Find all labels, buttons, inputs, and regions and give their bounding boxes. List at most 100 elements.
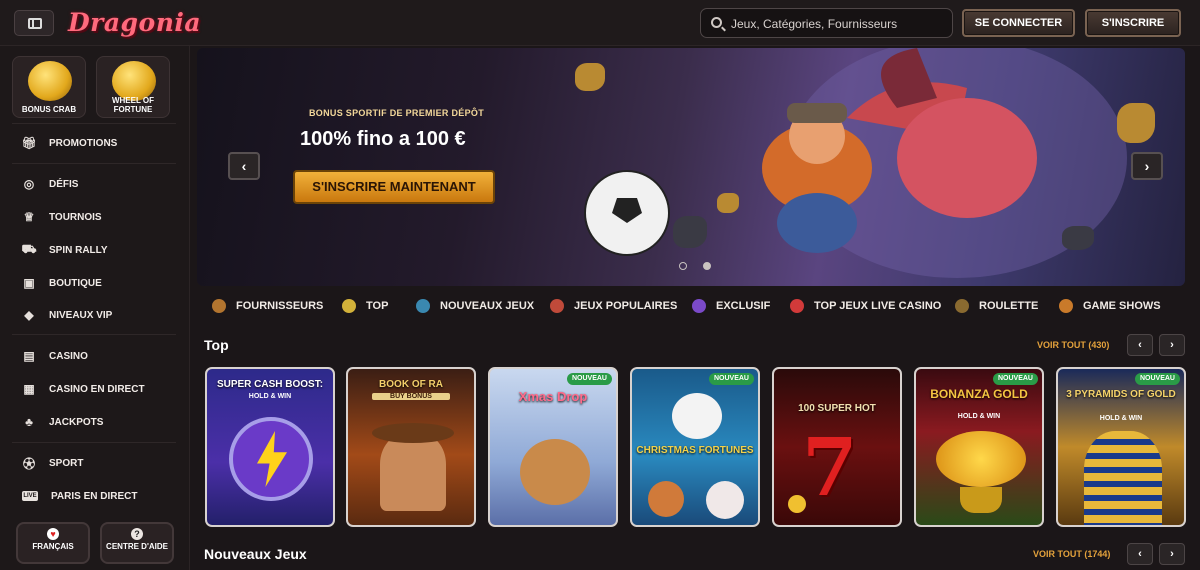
pharaoh-art <box>1084 431 1162 525</box>
trophy-icon: ♕ <box>23 210 35 224</box>
chevron-right-icon: › <box>1170 339 1174 351</box>
game-title: 100 SUPER HOT <box>798 403 876 414</box>
game-subtitle: HOLD & WIN <box>957 413 1001 420</box>
new-badge: NOUVEAU <box>708 373 754 385</box>
logo[interactable]: Dragonia <box>68 8 201 37</box>
top-next-button[interactable]: › <box>1159 334 1185 356</box>
register-button[interactable]: S'INSCRIRE <box>1085 9 1181 37</box>
game-card[interactable]: NOUVEAU Xmas Drop <box>488 367 618 527</box>
game-card[interactable]: NOUVEAU BONANZA GOLD HOLD & WIN <box>914 367 1044 527</box>
rock <box>673 216 707 248</box>
category-roulette[interactable]: ROULETTE <box>955 298 1038 314</box>
gold-tree-art <box>936 431 1026 487</box>
sidebar-item-sport[interactable]: ⚽︎ SPORT <box>22 453 83 473</box>
sidebar-divider <box>12 334 176 335</box>
diamond-icon: ◆ <box>24 308 34 322</box>
sidebar-item-label: SPIN RALLY <box>49 244 108 256</box>
gold-nugget <box>717 193 739 213</box>
star-icon <box>342 299 356 313</box>
bag-icon: ▣ <box>23 276 35 290</box>
panel-icon <box>28 18 42 29</box>
game-title: SUPER CASH BOOST: <box>216 379 324 390</box>
game-subtitle: HOLD & WIN <box>248 393 292 400</box>
rock <box>1062 226 1094 250</box>
search-box[interactable] <box>700 8 953 38</box>
top-bar: Dragonia SE CONNECTER S'INSCRIRE <box>0 0 1200 46</box>
rocket-icon <box>550 299 564 313</box>
gift-icon: 🎁︎ <box>21 136 37 150</box>
category-jeux-populaires[interactable]: JEUX POPULAIRES <box>550 298 677 314</box>
game-title: Xmas Drop <box>518 389 588 404</box>
sidebar-item-label: PARIS EN DIRECT <box>51 490 138 502</box>
game-title: BONANZA GOLD <box>930 387 1028 401</box>
game-card[interactable]: NOUVEAU CHRISTMAS FORTUNES <box>630 367 760 527</box>
lightning-icon <box>229 417 313 501</box>
sidebar-item-niveaux-vip[interactable]: ◆ NIVEAUX VIP <box>22 305 112 325</box>
gold-nugget <box>1117 103 1155 143</box>
sidebar-item-jackpots[interactable]: ♣ JACKPOTS <box>22 412 103 432</box>
sidebar-item-paris-en-direct[interactable]: LIVE PARIS EN DIRECT <box>22 486 138 506</box>
category-exclusif[interactable]: EXCLUSIF <box>692 298 770 314</box>
game-card[interactable]: 100 SUPER HOT 7 <box>772 367 902 527</box>
game-card[interactable]: SUPER CASH BOOST: HOLD & WIN <box>205 367 335 527</box>
hero-register-button[interactable]: S'INSCRIRE MAINTENANT <box>293 170 495 204</box>
chevron-left-icon: ‹ <box>1138 339 1142 351</box>
banner-prev-button[interactable]: ‹ <box>228 152 260 180</box>
banner-next-button[interactable]: › <box>1131 152 1163 180</box>
flag-icon: ♥ <box>47 528 59 540</box>
promo-tile-wheel-of-fortune[interactable]: WHEEL OF FORTUNE <box>96 56 170 118</box>
game-subtitle: HOLD & WIN <box>1099 415 1143 422</box>
banner-dot-active[interactable] <box>703 262 711 270</box>
sidebar-item-tournois[interactable]: ♕ TOURNOIS <box>22 207 102 227</box>
bear-art <box>520 439 590 505</box>
chevron-left-icon: ‹ <box>241 158 247 174</box>
sidebar-divider <box>12 163 176 164</box>
sidebar-item-spin-rally[interactable]: ⛟ SPIN RALLY <box>21 240 108 260</box>
game-card[interactable]: NOUVEAU 3 PYRAMIDS OF GOLD HOLD & WIN <box>1056 367 1186 527</box>
wheel-icon <box>112 61 156 101</box>
wheel-icon <box>1059 299 1073 313</box>
clover-icon: ♣ <box>25 415 33 429</box>
search-input[interactable] <box>731 14 946 33</box>
category-nouveaux-jeux[interactable]: NOUVEAUX JEUX <box>416 298 534 314</box>
reindeer-art <box>648 481 684 517</box>
new-badge: NOUVEAU <box>566 373 612 385</box>
sidebar-item-label: SPORT <box>49 457 84 469</box>
sidebar-item-casino[interactable]: ▤ CASINO <box>22 346 88 366</box>
game-card[interactable]: BOOK OF RA BUY BONUS <box>346 367 476 527</box>
banner-dot[interactable] <box>679 262 687 270</box>
new-next-button[interactable]: › <box>1159 543 1185 565</box>
explorer-art <box>380 433 446 511</box>
login-button[interactable]: SE CONNECTER <box>962 9 1075 37</box>
category-top-jeux-live-casino[interactable]: TOP JEUX LIVE CASINO <box>790 298 941 314</box>
game-subtitle: BUY BONUS <box>372 393 450 400</box>
sidebar-item-label: TOURNOIS <box>49 211 102 223</box>
top-prev-button[interactable]: ‹ <box>1127 334 1153 356</box>
category-fournisseurs[interactable]: FOURNISSEURS <box>212 298 323 314</box>
sidebar-item-defis[interactable]: ◎ DÉFIS <box>22 174 79 194</box>
sidebar-item-promotions[interactable]: 🎁︎ PROMOTIONS <box>21 133 117 153</box>
help-center-button[interactable]: ? CENTRE D'AIDE <box>100 522 174 564</box>
hero-banner[interactable]: BONUS SPORTIF DE PREMIER DÉPÔT 100% fino… <box>197 48 1185 286</box>
category-game-shows[interactable]: GAME SHOWS <box>1059 298 1161 314</box>
gem-icon <box>692 299 706 313</box>
promo-tile-bonus-crab[interactable]: BONUS CRAB <box>12 56 86 118</box>
question-icon: ? <box>131 528 143 540</box>
sidebar-toggle-button[interactable] <box>14 10 54 36</box>
new-badge: NOUVEAU <box>1134 373 1180 385</box>
sidebar-item-casino-en-direct[interactable]: ▦ CASINO EN DIRECT <box>22 379 145 399</box>
see-all-top-link[interactable]: VOIR TOUT (430) <box>1037 340 1109 350</box>
new-badge: NOUVEAU <box>992 373 1038 385</box>
sidebar-item-boutique[interactable]: ▣ BOUTIQUE <box>22 273 101 293</box>
language-button[interactable]: ♥ FRANÇAIS <box>16 522 90 564</box>
sidebar-item-label: JACKPOTS <box>49 416 104 428</box>
new-prev-button[interactable]: ‹ <box>1127 543 1153 565</box>
sidebar-divider <box>12 442 176 443</box>
sidebar-item-label: CASINO EN DIRECT <box>49 383 145 395</box>
chevron-left-icon: ‹ <box>1138 548 1142 560</box>
seven-icon: 7 <box>802 420 858 514</box>
sidebar-divider <box>12 123 176 124</box>
category-top[interactable]: TOP <box>342 298 388 314</box>
chevron-right-icon: › <box>1144 158 1150 174</box>
see-all-new-link[interactable]: VOIR TOUT (1744) <box>1033 549 1110 559</box>
